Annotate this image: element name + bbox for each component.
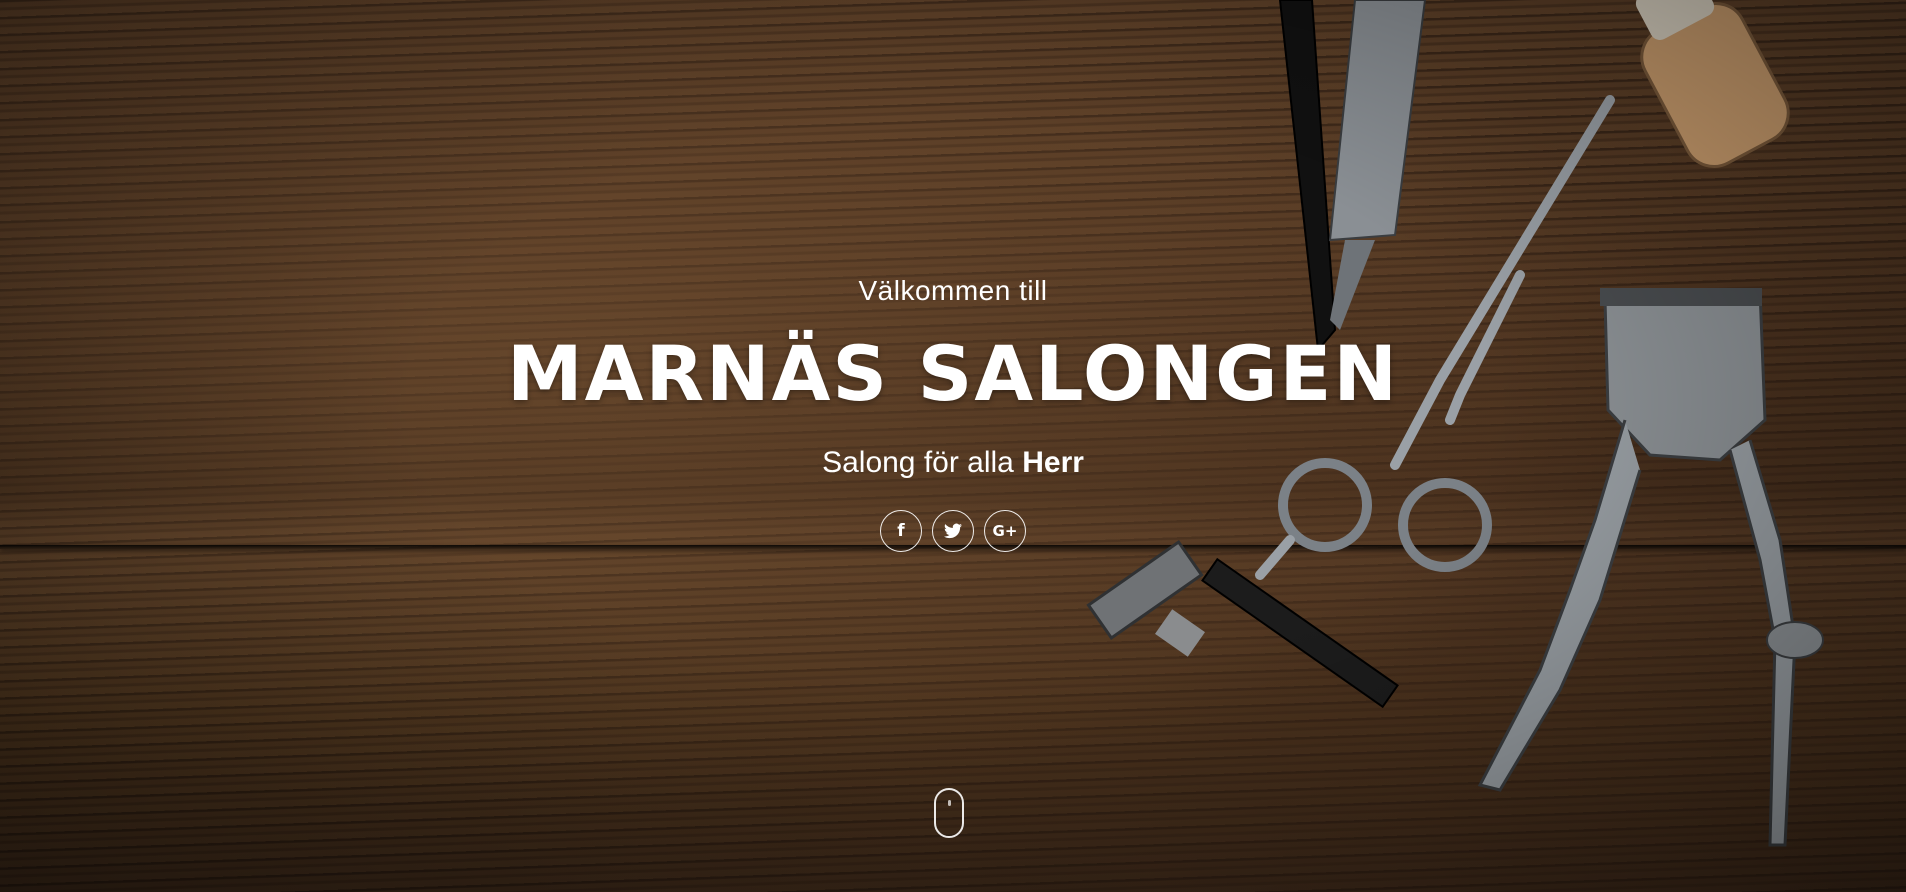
hero-content: Välkommen till MARNÄS SALONGEN Salong fö…	[0, 272, 1906, 552]
hero-section: Välkommen till MARNÄS SALONGEN Salong fö…	[0, 0, 1906, 892]
welcome-text: Välkommen till	[858, 275, 1048, 306]
tagline-emphasis: Herr	[1022, 446, 1084, 479]
twitter-button[interactable]	[932, 510, 974, 552]
tagline-prefix: Salong för alla	[822, 446, 1023, 479]
google-plus-button[interactable]: G+	[984, 510, 1026, 552]
scroll-down-button[interactable]	[934, 788, 964, 838]
social-links: f G+	[0, 510, 1906, 552]
google-plus-icon: G+	[992, 521, 1018, 540]
facebook-button[interactable]: f	[880, 510, 922, 552]
facebook-icon: f	[897, 520, 905, 541]
shaving-brush	[1635, 0, 1790, 168]
site-title: MARNÄS SALONGEN	[507, 329, 1399, 418]
tagline: Salong för alla Herr	[0, 444, 1906, 482]
mouse-scroll-icon	[948, 800, 951, 806]
safety-razor	[1086, 539, 1399, 709]
twitter-icon	[944, 523, 962, 539]
